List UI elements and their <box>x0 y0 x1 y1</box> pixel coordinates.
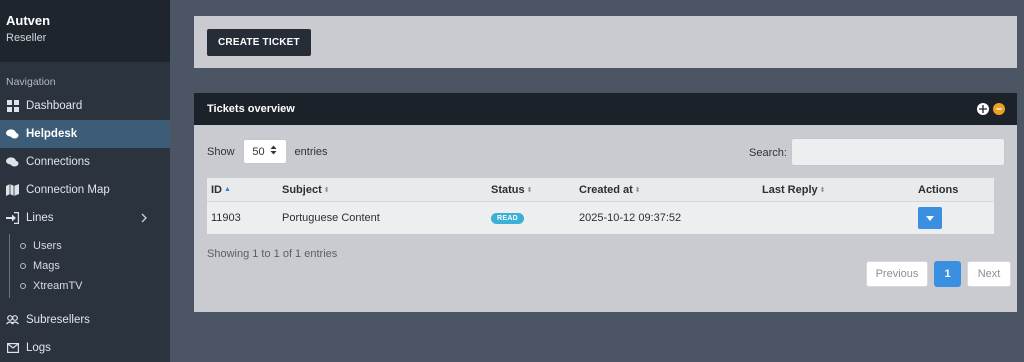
column-label: Created at <box>579 183 633 196</box>
nav-item-dashboard[interactable]: Dashboard <box>0 92 170 120</box>
envelope-icon <box>6 342 19 355</box>
entries-select-value: 50 <box>252 145 265 158</box>
previous-page-button[interactable]: Previous <box>866 261 928 287</box>
table-row: 11903 Portuguese Content READ 2025-10-12… <box>207 201 994 234</box>
column-label: Status <box>491 183 525 196</box>
nav-label-connections: Connections <box>26 156 90 168</box>
nav-item-helpdesk[interactable]: Helpdesk <box>0 120 170 148</box>
nav-label-logs: Logs <box>26 342 51 354</box>
entries-label: entries <box>294 145 328 158</box>
nav-label-helpdesk: Helpdesk <box>26 128 78 140</box>
sub-label-users: Users <box>33 240 62 252</box>
nav-label-lines: Lines <box>26 212 54 224</box>
nav-title: Navigation <box>6 76 56 88</box>
column-header-subject[interactable]: Subject ⬍ <box>282 184 330 196</box>
column-header-status[interactable]: Status ⬍ <box>491 184 533 196</box>
search-input[interactable] <box>791 138 1005 166</box>
tickets-panel-header: Tickets overview <box>194 93 1017 125</box>
cell-created-at: 2025-10-12 09:37:52 <box>579 212 682 224</box>
column-header-last-reply[interactable]: Last Reply ⬍ <box>762 184 826 196</box>
entries-select[interactable]: 50 <box>242 139 287 164</box>
sort-icon: ⬍ <box>323 186 330 194</box>
nav-item-lines[interactable]: Lines <box>0 204 170 232</box>
map-icon <box>6 184 19 197</box>
circle-icon <box>20 263 26 269</box>
row-actions-button[interactable] <box>918 207 942 229</box>
column-header-id[interactable]: ID ▲ <box>211 184 231 196</box>
sub-item-mags[interactable]: Mags <box>9 254 170 278</box>
sub-item-xtreamtv[interactable]: XtreamTV <box>9 274 170 298</box>
nav-item-connections[interactable]: Connections <box>0 148 170 176</box>
column-header-created-at[interactable]: Created at ⬍ <box>579 184 641 196</box>
sub-item-users[interactable]: Users <box>9 234 170 258</box>
tickets-panel: Tickets overview Show 50 entries Search:… <box>194 93 1017 312</box>
sidebar: Autven Reseller Navigation Dashboard Hel… <box>0 0 170 362</box>
nav-item-logs[interactable]: Logs <box>0 334 170 362</box>
sort-asc-icon: ▲ <box>224 186 231 193</box>
brand-name: Autven <box>6 13 51 28</box>
pagination: Previous 1 Next <box>866 261 1011 287</box>
column-label: Last Reply <box>762 183 818 196</box>
page-1-button[interactable]: 1 <box>934 261 961 287</box>
move-icon[interactable] <box>977 103 989 115</box>
cell-subject: Portuguese Content <box>282 212 380 224</box>
lines-submenu: Users Mags XtreamTV <box>0 234 170 298</box>
cell-id: 11903 <box>211 212 241 224</box>
search-label: Search: <box>749 147 787 159</box>
nav-label-connection-map: Connection Map <box>26 184 110 196</box>
column-label: ID <box>211 183 222 196</box>
nav-item-subresellers[interactable]: Subresellers <box>0 306 170 334</box>
dashboard-icon <box>6 100 19 113</box>
length-control: Show 50 entries <box>207 139 328 164</box>
brand-role: Reseller <box>6 32 47 44</box>
chevron-right-icon <box>138 212 150 224</box>
sort-icon: ⬍ <box>526 186 533 194</box>
show-label: Show <box>207 145 235 158</box>
panel-title: Tickets overview <box>207 103 295 115</box>
sub-label-xtreamtv: XtreamTV <box>33 280 83 292</box>
comments-icon <box>6 156 19 169</box>
collapse-icon[interactable] <box>993 103 1005 115</box>
toolbar-panel: CREATE TICKET <box>194 16 1017 68</box>
create-ticket-button[interactable]: CREATE TICKET <box>207 29 311 56</box>
nav-menu: Dashboard Helpdesk Connections Connectio… <box>0 92 170 362</box>
sub-label-mags: Mags <box>33 260 60 272</box>
nav-label-subresellers: Subresellers <box>26 314 90 326</box>
table-info: Showing 1 to 1 of 1 entries <box>207 248 338 260</box>
caret-down-icon <box>926 212 934 224</box>
table-header: ID ▲ Subject ⬍ Status ⬍ Created at ⬍ Last Re… <box>207 178 994 201</box>
status-badge: READ <box>491 212 525 224</box>
sort-icon: ⬍ <box>634 186 641 194</box>
next-page-button[interactable]: Next <box>967 261 1011 287</box>
comments-icon <box>6 128 19 141</box>
sign-in-icon <box>6 212 19 225</box>
circle-icon <box>20 283 26 289</box>
sort-updown-icon <box>270 145 277 158</box>
column-header-actions: Actions <box>918 184 958 196</box>
brand: Autven Reseller <box>0 0 170 62</box>
tickets-table: ID ▲ Subject ⬍ Status ⬍ Created at ⬍ Last Re… <box>207 178 994 234</box>
column-label: Actions <box>918 183 959 196</box>
users-icon <box>6 314 19 327</box>
column-label: Subject <box>282 183 322 196</box>
nav-label-dashboard: Dashboard <box>26 100 83 112</box>
nav-item-connection-map[interactable]: Connection Map <box>0 176 170 204</box>
circle-icon <box>20 243 26 249</box>
sort-icon: ⬍ <box>819 186 826 194</box>
